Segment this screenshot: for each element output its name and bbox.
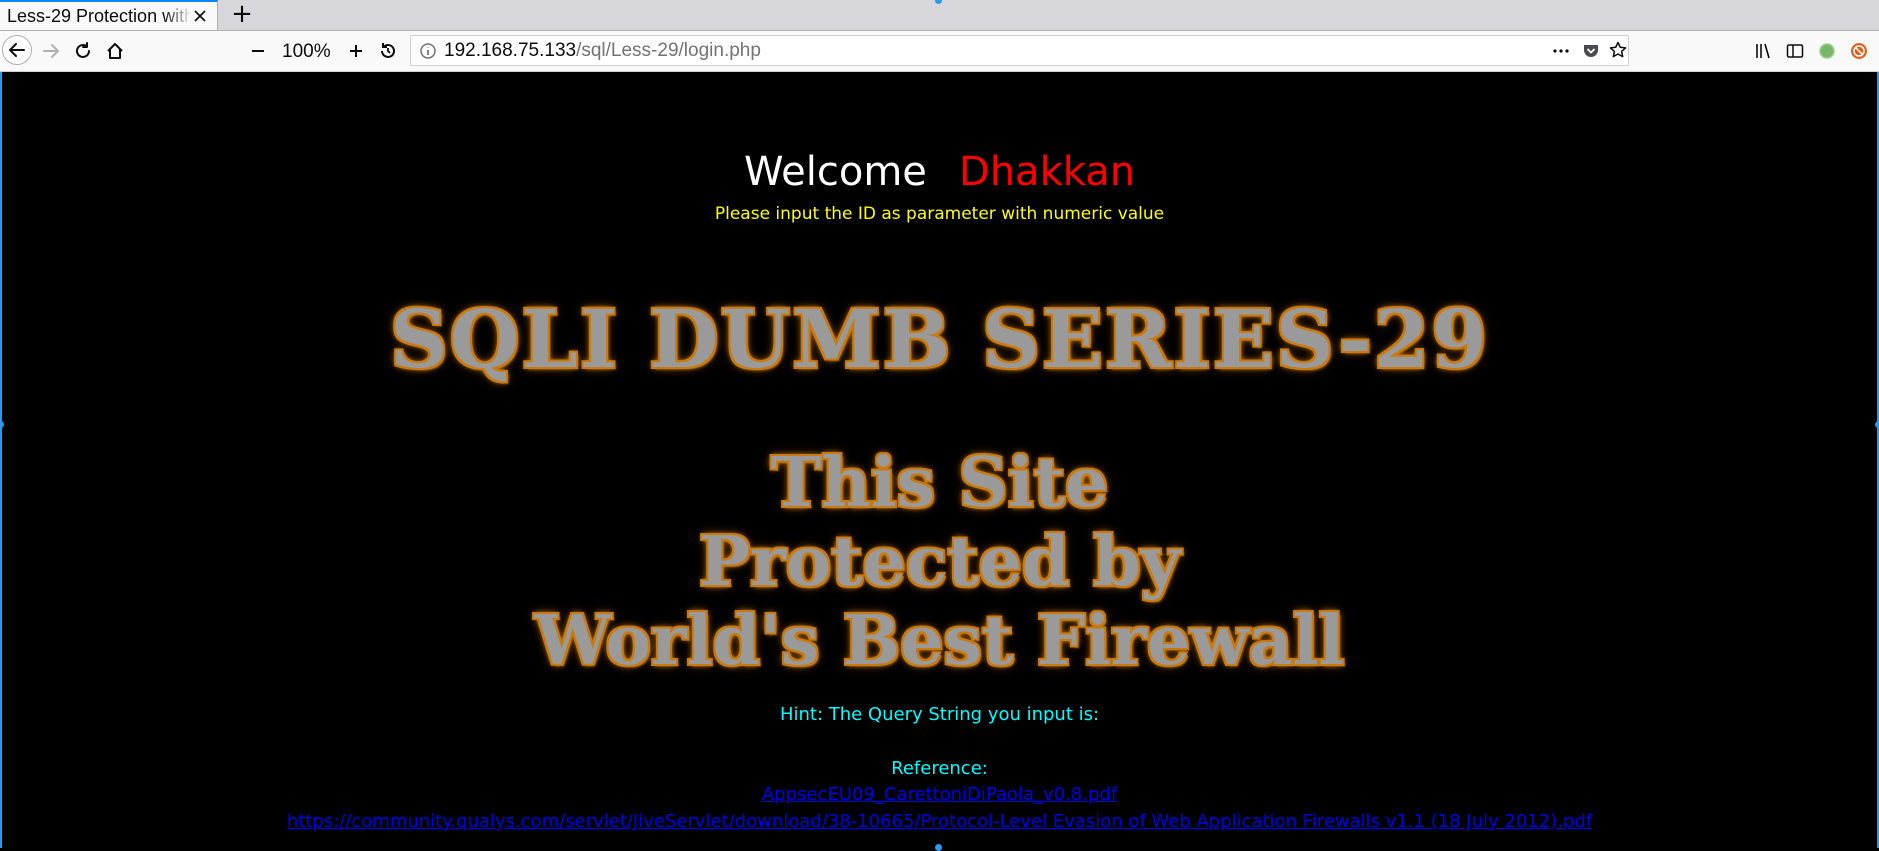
url-text[interactable]: 192.168.75.133/sql/Less-29/login.php — [444, 40, 761, 62]
welcome-heading: Welcome Dhakkan — [2, 148, 1877, 196]
zoom-level[interactable]: 100% — [282, 41, 331, 63]
back-arrow-icon — [9, 43, 25, 57]
library-icon[interactable] — [1753, 41, 1773, 61]
browser-tab[interactable]: Less-29 Protection with WAF — [0, 0, 218, 30]
close-tab-icon[interactable] — [191, 7, 209, 25]
new-tab-button[interactable]: + — [228, 1, 256, 29]
forward-button[interactable] — [37, 37, 65, 65]
minus-icon — [252, 50, 264, 52]
reset-zoom-button[interactable] — [374, 37, 402, 65]
zoom-in-button[interactable] — [342, 37, 370, 65]
reference-link-qualys[interactable]: https://community.qualys.com/servlet/Jiv… — [287, 811, 1592, 832]
pocket-icon[interactable] — [1581, 41, 1601, 61]
reload-icon — [76, 42, 90, 58]
forward-arrow-icon — [43, 44, 59, 58]
page-content: Welcome Dhakkan Please input the ID as pa… — [0, 72, 1879, 848]
tab-strip: Less-29 Protection with WAF + — [0, 0, 1879, 31]
info-icon[interactable] — [419, 42, 437, 60]
hint-text: Hint: The Query String you input is: — [779, 704, 1100, 725]
firewall-line: World's Best Firewall — [534, 601, 1345, 681]
instruction-text: Please input the ID as parameter with nu… — [714, 204, 1165, 224]
address-bar[interactable]: 192.168.75.133/sql/Less-29/login.php — [410, 35, 1629, 66]
bookmark-star-icon[interactable] — [1608, 40, 1628, 60]
plus-icon — [350, 45, 362, 57]
url-path: /sql/Less-29/login.php — [576, 40, 761, 61]
welcome-text: Welcome — [743, 149, 927, 195]
navigation-bar: 100% 192.168.75.133/sql/Less-29/login.ph… — [0, 31, 1879, 72]
series-banner: SQLI DUMB SERIES-29 — [389, 292, 1489, 386]
back-button[interactable] — [2, 35, 32, 65]
reference-link-pdf[interactable]: AppsecEU09_CarettoniDiPaola_v0.8.pdf — [762, 784, 1117, 805]
page-actions-icon[interactable] — [1551, 42, 1571, 60]
url-host: 192.168.75.133 — [444, 40, 577, 61]
reference-label: Reference: — [891, 758, 988, 779]
blocker-icon[interactable] — [1849, 41, 1869, 61]
username-text: Dhakkan — [958, 149, 1136, 195]
history-icon — [381, 43, 395, 58]
firewall-banner: This Site Protected by World's Best Fire… — [2, 444, 1877, 681]
tab-title: Less-29 Protection with WAF — [7, 5, 192, 26]
sidebar-icon[interactable] — [1785, 41, 1805, 61]
home-button[interactable] — [101, 37, 129, 65]
firewall-line: This Site — [770, 443, 1109, 523]
zoom-out-button[interactable] — [244, 37, 272, 65]
reload-button[interactable] — [69, 37, 97, 65]
firewall-line: Protected by — [698, 522, 1181, 602]
extension-status-icon[interactable] — [1817, 41, 1837, 61]
resize-handle[interactable] — [1875, 421, 1879, 428]
home-icon — [107, 43, 123, 59]
